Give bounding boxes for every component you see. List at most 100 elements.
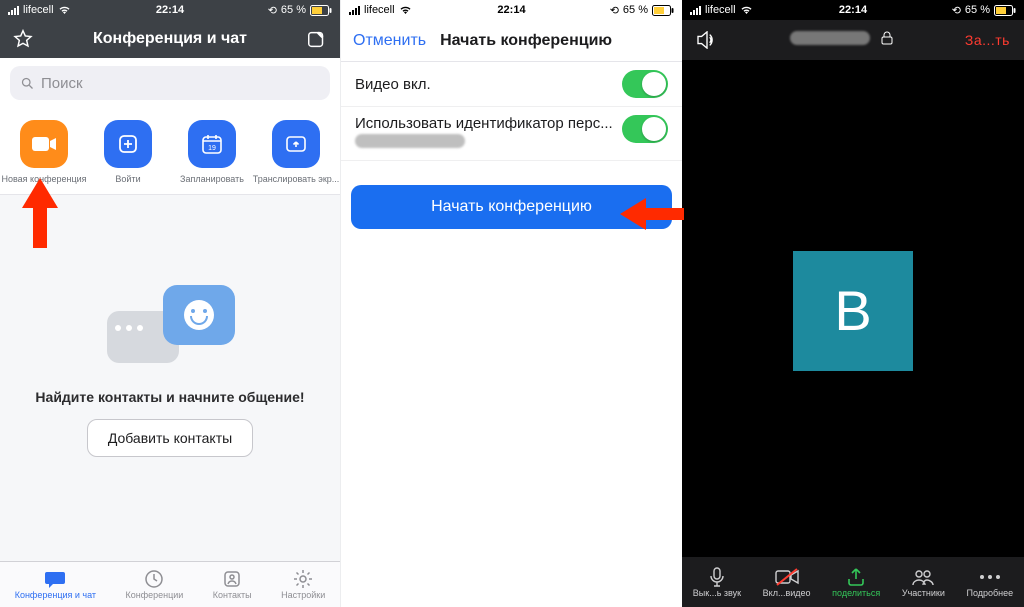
contact-icon (222, 569, 242, 589)
search-input[interactable]: Поиск (10, 66, 330, 100)
setting-video-on: Видео вкл. (341, 62, 682, 107)
tutorial-arrow (620, 196, 684, 232)
clock: 22:14 (156, 4, 184, 16)
empty-text: Найдите контакты и начните общение! (35, 389, 304, 405)
btn-label: Подробнее (966, 588, 1013, 598)
action-schedule[interactable]: 19 Запланировать (172, 120, 252, 184)
redacted-title (790, 31, 870, 45)
call-header: За...ть (682, 20, 1024, 60)
cancel-button[interactable]: Отменить (353, 32, 426, 50)
setting-label-text: Использовать идентификатор перс... (355, 115, 613, 132)
tab-label: Контакты (213, 590, 252, 600)
link-icon: ⟲ (952, 4, 961, 17)
panel-home: lifecell 22:14 ⟲ 65 % Конференция и чат … (0, 0, 341, 607)
signal-icon (349, 6, 360, 15)
clock: 22:14 (839, 4, 867, 16)
call-toolbar: Вык...ь звук Вкл...видео поделиться Учас… (682, 557, 1024, 607)
battery-icon (652, 5, 674, 16)
tab-contacts[interactable]: Контакты (213, 569, 252, 600)
btn-video[interactable]: Вкл...видео (763, 567, 811, 598)
panel-in-call: lifecell 22:14 ⟲ 65 % За...ть В Вык...ь … (682, 0, 1024, 607)
carrier-label: lifecell (23, 4, 54, 16)
action-label: Транслировать экр... (253, 174, 340, 184)
setting-label: Использовать идентификатор перс... (355, 115, 622, 152)
modal-title: Начать конференцию (440, 32, 612, 50)
header-title: Конференция и чат (93, 30, 247, 48)
battery-icon (994, 5, 1016, 16)
gear-icon (293, 569, 313, 589)
battery-label: 65 % (623, 4, 648, 16)
search-row: Поиск (0, 58, 340, 108)
meeting-title (790, 31, 892, 50)
setting-label: Видео вкл. (355, 76, 622, 93)
empty-state: Найдите контакты и начните общение! Доба… (0, 285, 340, 457)
more-icon (978, 573, 1002, 581)
clock: 22:14 (497, 4, 525, 16)
modal-header: Отменить Начать конференцию (341, 20, 682, 62)
btn-label: Вык...ь звук (693, 588, 741, 598)
carrier-label: lifecell (364, 4, 395, 16)
battery-label: 65 % (281, 4, 306, 16)
calendar-icon: 19 (201, 133, 223, 155)
avatar-initial: В (834, 278, 871, 343)
btn-label: Вкл...видео (763, 588, 811, 598)
svg-text:19: 19 (208, 145, 216, 152)
tab-conferences[interactable]: Конференции (125, 569, 183, 600)
battery-label: 65 % (965, 4, 990, 16)
bottom-tabbar: Конференция и чат Конференции Контакты Н… (0, 561, 340, 607)
clock-icon (144, 569, 164, 589)
share-icon (846, 567, 866, 587)
tab-label: Конференции (125, 590, 183, 600)
tab-label: Настройки (281, 590, 325, 600)
favorites-icon[interactable] (12, 28, 34, 50)
btn-share[interactable]: поделиться (832, 567, 880, 598)
chat-bubble-icon (44, 569, 66, 589)
header: Конференция и чат (0, 20, 340, 58)
wifi-icon (740, 5, 753, 15)
link-icon: ⟲ (268, 4, 277, 17)
compose-icon[interactable] (306, 28, 328, 50)
plus-icon (118, 134, 138, 154)
redacted-pmi (355, 134, 465, 148)
toggle-pmi[interactable] (622, 115, 668, 143)
action-share-screen[interactable]: Транслировать экр... (256, 120, 336, 184)
btn-label: поделиться (832, 588, 880, 598)
tab-label: Конференция и чат (15, 590, 96, 600)
status-bar: lifecell 22:14 ⟲ 65 % (0, 0, 340, 20)
search-placeholder: Поиск (41, 75, 83, 92)
btn-label: Участники (902, 588, 945, 598)
lock-icon (881, 31, 893, 45)
battery-icon (310, 5, 332, 16)
add-contacts-button[interactable]: Добавить контакты (87, 419, 253, 457)
search-icon (20, 76, 35, 91)
action-label: Войти (115, 174, 140, 184)
signal-icon (690, 6, 701, 15)
btn-mute[interactable]: Вык...ь звук (693, 567, 741, 598)
toggle-video[interactable] (622, 70, 668, 98)
status-bar: lifecell 22:14 ⟲ 65 % (682, 0, 1024, 20)
carrier-label: lifecell (705, 4, 736, 16)
panel-start-conference: lifecell 22:14 ⟲ 65 % Отменить Начать ко… (341, 0, 682, 607)
video-off-icon (775, 568, 799, 586)
wifi-icon (399, 5, 412, 15)
action-label: Запланировать (180, 174, 244, 184)
link-icon: ⟲ (610, 4, 619, 17)
share-screen-icon (285, 134, 307, 154)
tab-conference-chat[interactable]: Конференция и чат (15, 569, 96, 600)
btn-more[interactable]: Подробнее (966, 567, 1013, 598)
action-join[interactable]: Войти (88, 120, 168, 184)
video-icon (31, 135, 57, 153)
setting-use-pmi: Использовать идентификатор перс... (341, 107, 682, 161)
btn-participants[interactable]: Участники (902, 567, 945, 598)
signal-icon (8, 6, 19, 15)
tutorial-arrow (20, 178, 60, 248)
action-new-conference[interactable]: Новая конференция (4, 120, 84, 184)
status-bar: lifecell 22:14 ⟲ 65 % (341, 0, 682, 20)
video-area[interactable]: В (682, 60, 1024, 561)
end-call-button[interactable]: За...ть (965, 32, 1010, 48)
speaker-icon[interactable] (696, 31, 718, 49)
chat-illustration (105, 285, 235, 375)
participants-icon (911, 568, 935, 586)
tab-settings[interactable]: Настройки (281, 569, 325, 600)
mic-icon (708, 567, 726, 587)
